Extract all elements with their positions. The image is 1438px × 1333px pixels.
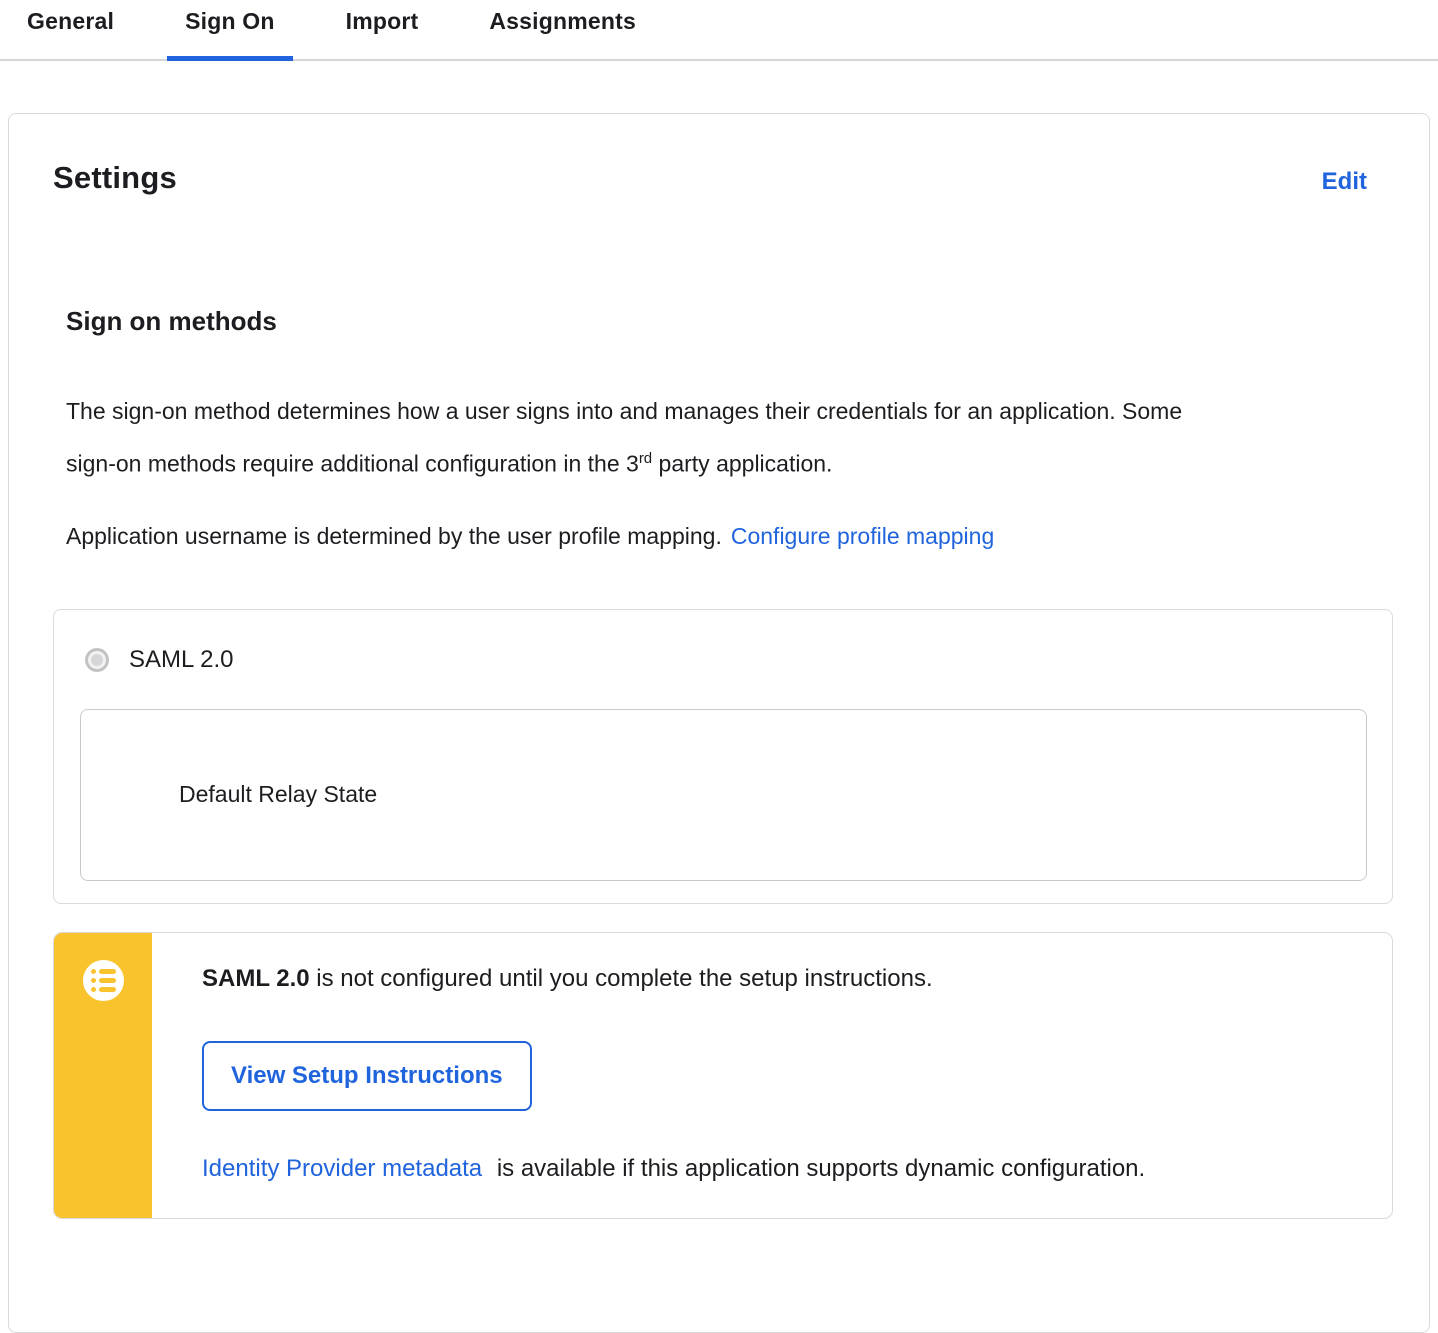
username-mapping-text: Application username is determined by th… <box>66 522 722 549</box>
description-text: The sign-on method determines how a user… <box>66 398 1183 477</box>
saml-radio-row: SAML 2.0 <box>85 646 1392 674</box>
configure-profile-mapping-link[interactable]: Configure profile mapping <box>731 523 994 549</box>
banner-message-bold: SAML 2.0 <box>202 964 310 992</box>
saml-radio-label: SAML 2.0 <box>129 645 234 673</box>
view-setup-instructions-button[interactable]: View Setup Instructions <box>202 1040 532 1111</box>
warning-banner-content: SAML 2.0 is not configured until you com… <box>152 933 1145 1218</box>
warning-banner-stripe <box>54 932 152 1218</box>
tab-general[interactable]: General <box>9 0 132 59</box>
default-relay-state-box: Default Relay State <box>80 708 1367 881</box>
metadata-note: Identity Provider metadata is available … <box>202 1155 1145 1183</box>
metadata-note-rest: is available if this application support… <box>490 1154 1146 1182</box>
page-title: Settings <box>53 160 177 195</box>
tab-import[interactable]: Import <box>328 0 437 59</box>
section-heading: Sign on methods <box>66 306 277 336</box>
saml-warning-banner: SAML 2.0 is not configured until you com… <box>53 931 1393 1219</box>
username-mapping-note: Application username is determined by th… <box>66 512 1366 560</box>
sign-on-description: The sign-on method determines how a user… <box>66 387 1231 488</box>
saml-radio-button[interactable] <box>85 647 109 672</box>
settings-card: Settings Edit Sign on methods The sign-o… <box>8 113 1430 1333</box>
description-text-end: party application. <box>652 450 833 477</box>
list-icon <box>82 959 124 1001</box>
settings-card-header: Settings Edit <box>9 114 1429 196</box>
default-relay-state-label: Default Relay State <box>179 781 378 808</box>
ordinal-superscript: rd <box>638 450 653 467</box>
edit-link[interactable]: Edit <box>1322 168 1367 196</box>
tab-assignments[interactable]: Assignments <box>471 0 654 59</box>
banner-message-rest: is not configured until you complete the… <box>309 964 933 992</box>
saml-method-box: SAML 2.0 Default Relay State <box>53 608 1393 904</box>
app-tab-bar: General Sign On Import Assignments <box>0 0 1438 61</box>
tab-sign-on[interactable]: Sign On <box>167 0 293 61</box>
sign-on-methods-section: Sign on methods The sign-on method deter… <box>9 306 1429 560</box>
banner-message: SAML 2.0 is not configured until you com… <box>202 965 1145 993</box>
identity-provider-metadata-link[interactable]: Identity Provider metadata <box>202 1155 482 1182</box>
